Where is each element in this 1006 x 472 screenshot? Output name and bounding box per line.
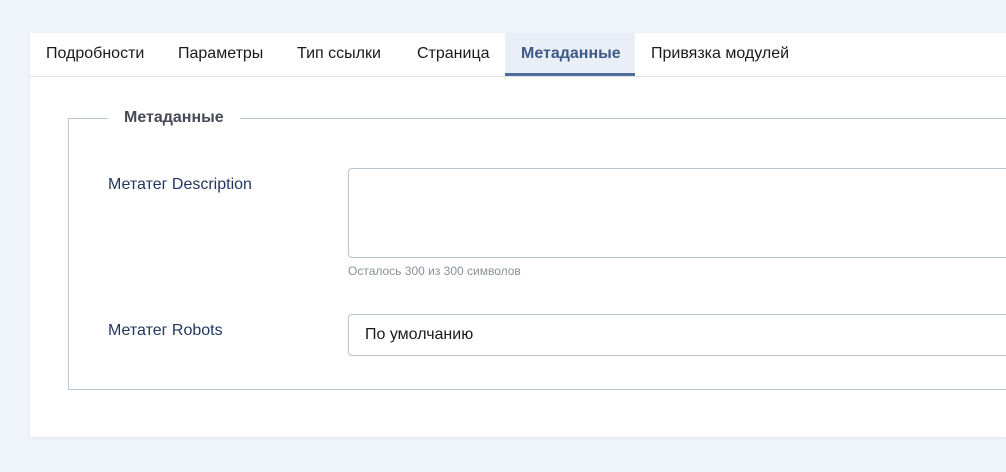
content-card: Подробности Параметры Тип ссылки Страниц… [30, 33, 1006, 437]
meta-robots-label: Метатег Robots [108, 322, 223, 339]
tab-page[interactable]: Страница [401, 33, 506, 76]
tab-details[interactable]: Подробности [30, 33, 160, 76]
tab-bar: Подробности Параметры Тип ссылки Страниц… [30, 33, 1006, 77]
character-counter: Осталось 300 из 300 символов [348, 264, 521, 278]
tab-parameters[interactable]: Параметры [162, 33, 279, 76]
fieldset-legend: Метаданные [108, 108, 240, 128]
tab-module-assignment[interactable]: Привязка модулей [635, 33, 805, 76]
tab-link-type[interactable]: Тип ссылки [281, 33, 397, 76]
meta-description-label: Метатег Description [108, 176, 252, 193]
meta-robots-select[interactable]: По умолчанию [348, 314, 1006, 356]
tab-metadata[interactable]: Метаданные [505, 33, 635, 76]
meta-description-textarea[interactable] [348, 168, 1006, 258]
